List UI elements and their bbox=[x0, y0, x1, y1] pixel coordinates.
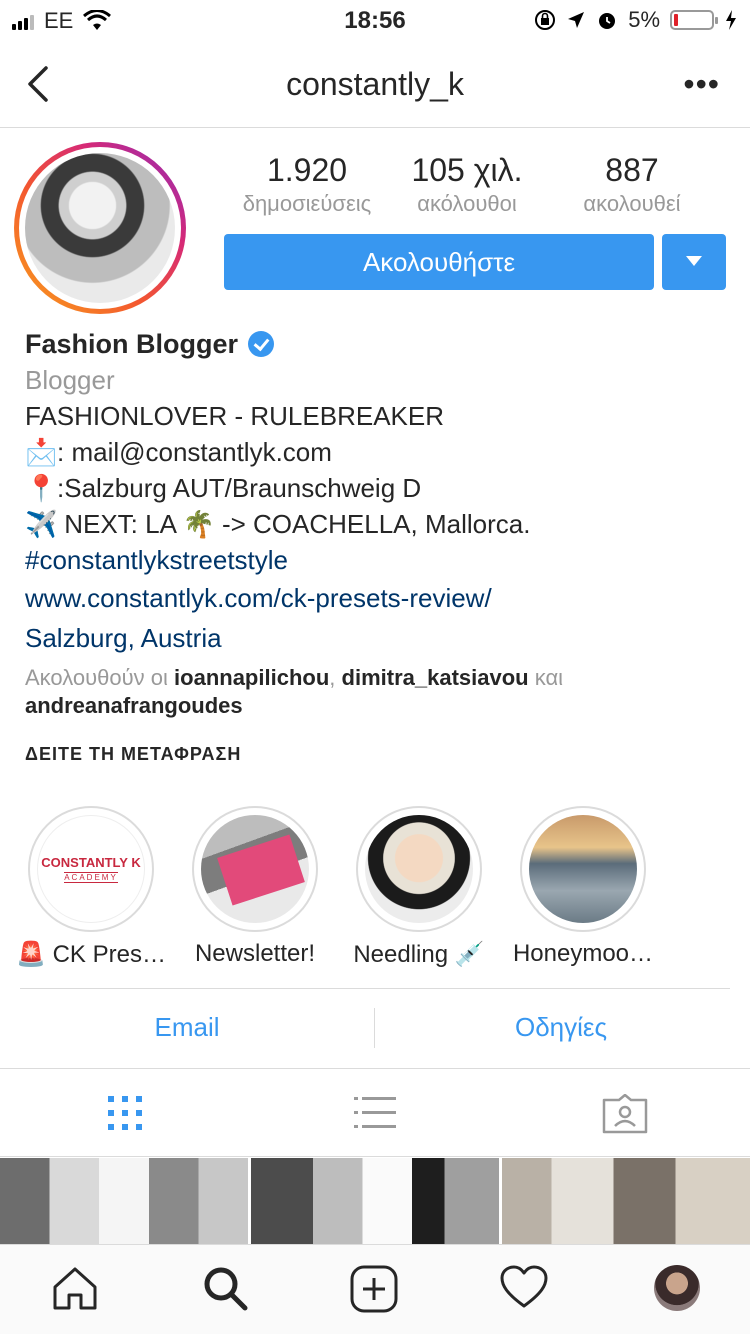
story-highlight[interactable]: CONSTANTLY K ACADEMY 🚨 CK Pres… bbox=[16, 806, 166, 969]
display-name: Fashion Blogger bbox=[25, 329, 239, 359]
photo-grid bbox=[0, 1158, 750, 1244]
battery-percent: 5% bbox=[628, 7, 660, 32]
bio-email: : mail@constantlyk.com bbox=[57, 437, 332, 467]
navigation-bar: constantly_k ••• bbox=[0, 40, 750, 128]
profile-bio: Fashion Blogger Blogger FASHIONLOVER - R… bbox=[25, 326, 735, 656]
bio-text: NEXT: LA bbox=[57, 509, 183, 539]
list-view-icon[interactable] bbox=[354, 1094, 396, 1132]
bio-line: 📩: mail@constantlyk.com bbox=[25, 434, 735, 470]
posts-count[interactable]: 1.920 δημοσιεύσεις bbox=[222, 152, 392, 217]
followers-count[interactable]: 105 χιλ. ακόλουθοι bbox=[392, 152, 542, 217]
followed-by-and: και bbox=[534, 665, 564, 690]
following-count[interactable]: 887 ακολουθεί bbox=[542, 152, 722, 217]
chevron-down-icon bbox=[686, 256, 702, 266]
grid-photo[interactable] bbox=[502, 1158, 750, 1244]
rotation-lock-icon bbox=[535, 10, 556, 30]
highlight-label: Needling 💉 bbox=[353, 941, 485, 968]
alarm-icon bbox=[599, 13, 616, 29]
follower-username[interactable]: ioannapilichou bbox=[174, 665, 329, 690]
envelope-icon: 📩 bbox=[25, 437, 58, 467]
avatar[interactable] bbox=[25, 153, 175, 303]
activity-heart-icon[interactable] bbox=[500, 1265, 548, 1309]
divider bbox=[374, 1008, 375, 1048]
search-icon[interactable] bbox=[202, 1265, 248, 1311]
airplane-icon: ✈️ bbox=[25, 509, 58, 539]
stat-value: 105 χιλ. bbox=[411, 152, 523, 188]
follower-username[interactable]: dimitra_katsiavou bbox=[342, 665, 529, 690]
story-highlight[interactable]: Honeymoo… bbox=[508, 806, 658, 968]
story-highlight[interactable]: Needling 💉 bbox=[344, 806, 494, 969]
category-label: Blogger bbox=[25, 365, 115, 395]
verified-badge-icon bbox=[248, 331, 275, 357]
highlight-label: Newsletter! bbox=[194, 940, 316, 967]
bio-text: -> COACHELLA, Mallorca. bbox=[214, 509, 531, 539]
view-tabs bbox=[0, 1070, 750, 1156]
battery-icon bbox=[670, 10, 718, 30]
palm-tree-icon: 🌴 bbox=[182, 509, 216, 539]
divider bbox=[20, 988, 730, 989]
stat-label: δημοσιεύσεις bbox=[242, 191, 372, 216]
bio-line: FASHIONLOVER - RULEBREAKER bbox=[25, 401, 444, 431]
grid-view-icon[interactable] bbox=[106, 1094, 144, 1132]
pin-icon: 📍 bbox=[25, 473, 58, 503]
highlight-label: Honeymoo… bbox=[512, 940, 654, 967]
story-ring[interactable] bbox=[14, 142, 186, 314]
divider bbox=[0, 1068, 750, 1069]
grid-photo[interactable] bbox=[251, 1158, 499, 1244]
hashtag-link[interactable]: #constantlykstreetstyle bbox=[25, 542, 735, 578]
highlight-label: 🚨 CK Pres… bbox=[16, 941, 166, 968]
highlight-cover bbox=[201, 815, 309, 923]
website-link[interactable]: www.constantlyk.com/ck-presets-review/ bbox=[25, 580, 735, 616]
location-arrow-icon bbox=[568, 12, 585, 28]
follower-username[interactable]: andreanafrangoudes bbox=[25, 693, 243, 718]
more-options-icon[interactable]: ••• bbox=[683, 66, 720, 103]
ck-logo-subtitle: ACADEMY bbox=[64, 871, 118, 883]
highlight-cover bbox=[529, 815, 637, 923]
tagged-photos-icon[interactable] bbox=[602, 1094, 648, 1134]
ck-logo: CONSTANTLY K bbox=[41, 854, 141, 870]
story-highlight[interactable]: Newsletter! bbox=[180, 806, 330, 968]
profile-stats: 1.920 δημοσιεύσεις 105 χιλ. ακόλουθοι 88… bbox=[222, 152, 722, 217]
separator: , bbox=[329, 665, 336, 690]
email-button[interactable]: Email bbox=[12, 1012, 362, 1043]
bio-line: ✈️ NEXT: LA 🌴 -> COACHELLA, Mallorca. bbox=[25, 506, 735, 542]
see-translation-link[interactable]: ΔΕΙΤΕ ΤΗ ΜΕΤΑΦΡΑΣΗ bbox=[25, 744, 241, 765]
highlight-cover bbox=[365, 815, 473, 923]
status-bar: EE 18:56 5% bbox=[0, 0, 750, 40]
stat-value: 1.920 bbox=[266, 152, 348, 188]
location-link[interactable]: Salzburg, Austria bbox=[25, 620, 735, 656]
bio-location-text: :Salzburg AUT/Braunschweig D bbox=[57, 473, 422, 503]
highlight-cover: CONSTANTLY K ACADEMY bbox=[37, 815, 145, 923]
divider bbox=[0, 1156, 750, 1157]
new-post-icon[interactable] bbox=[350, 1265, 398, 1313]
directions-button[interactable]: Οδηγίες bbox=[386, 1012, 736, 1043]
grid-photo[interactable] bbox=[0, 1158, 248, 1244]
page-title: constantly_k bbox=[286, 66, 464, 102]
follow-button[interactable]: Ακολουθήστε bbox=[224, 234, 654, 290]
profile-avatar-icon[interactable] bbox=[654, 1265, 700, 1311]
stat-label: ακολουθεί bbox=[583, 191, 681, 216]
home-icon[interactable] bbox=[52, 1265, 98, 1311]
charging-bolt-icon bbox=[726, 10, 736, 30]
suggested-accounts-button[interactable] bbox=[662, 234, 726, 290]
stat-value: 887 bbox=[605, 152, 659, 188]
bottom-tab-bar bbox=[0, 1244, 750, 1334]
bio-line: 📍:Salzburg AUT/Braunschweig D bbox=[25, 470, 735, 506]
followed-by-prefix: Ακολουθούν οι bbox=[25, 665, 168, 690]
stat-label: ακόλουθοι bbox=[417, 191, 517, 216]
followed-by[interactable]: Ακολουθούν οι ioannapilichou, dimitra_ka… bbox=[25, 664, 725, 720]
